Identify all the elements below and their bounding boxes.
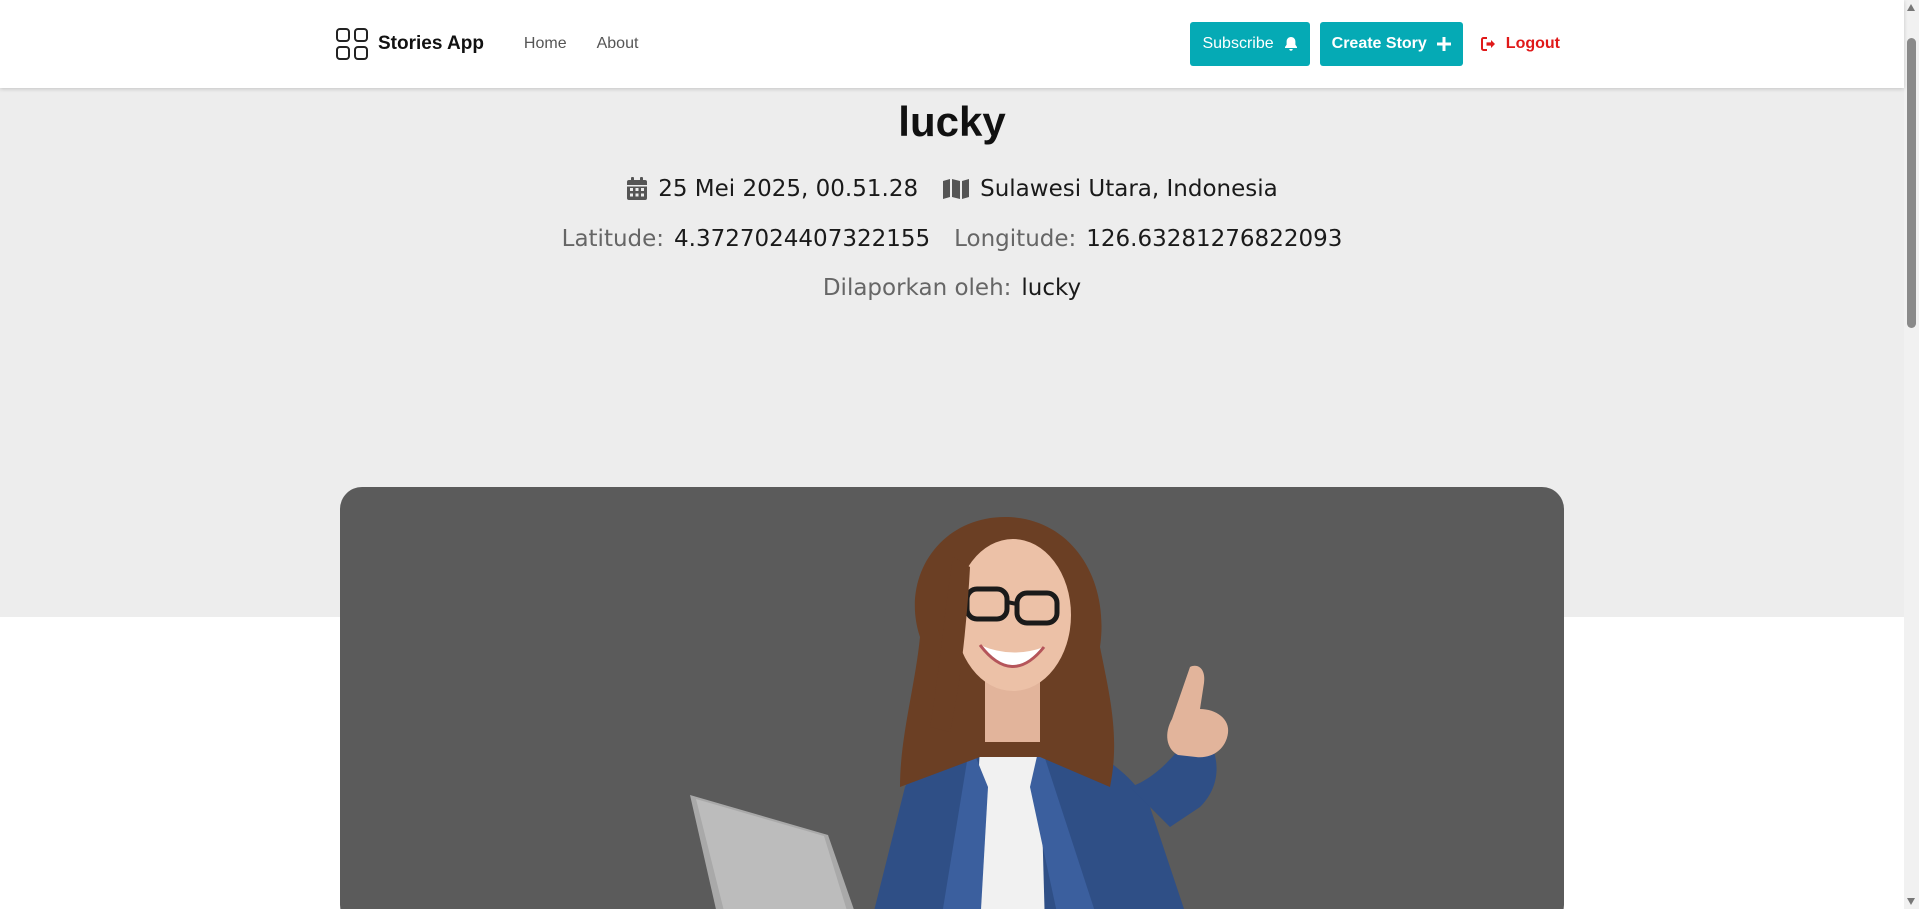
story-meta-row: 25 Mei 2025, 00.51.28 Sulawesi Utara, In… xyxy=(0,176,1904,202)
story-date-value: 25 Mei 2025, 00.51.28 xyxy=(658,176,919,202)
longitude-label: Longitude: xyxy=(954,226,1077,252)
scroll-down-icon[interactable] xyxy=(1907,898,1915,905)
plus-icon xyxy=(1436,37,1451,51)
story-location: Sulawesi Utara, Indonesia xyxy=(942,176,1278,202)
logout-label: Logout xyxy=(1505,35,1560,52)
nav-home[interactable]: Home xyxy=(524,35,567,53)
scroll-up-icon[interactable] xyxy=(1907,4,1915,11)
story-coordinates: Latitude: 4.3727024407322155 Longitude: … xyxy=(0,226,1904,252)
latitude-value: 4.3727024407322155 xyxy=(674,226,931,252)
latitude-label: Latitude: xyxy=(561,226,665,252)
grid-logo-icon xyxy=(336,28,368,60)
main-nav: Home About xyxy=(524,35,639,53)
subscribe-button[interactable]: Subscribe xyxy=(1190,22,1310,66)
story-image xyxy=(340,487,1564,909)
logout-icon xyxy=(1480,37,1495,51)
header-inner: Stories App Home About Subscribe Create … xyxy=(336,0,1560,88)
calendar-icon xyxy=(627,177,648,200)
story-reporter: Dilaporkan oleh: lucky xyxy=(0,275,1904,301)
scroll-thumb[interactable] xyxy=(1907,38,1916,328)
reporter-label: Dilaporkan oleh: xyxy=(822,275,1012,301)
bell-icon xyxy=(1284,37,1297,51)
brand-name: Stories App xyxy=(378,33,484,54)
story-date: 25 Mei 2025, 00.51.28 xyxy=(626,176,918,202)
top-header: Stories App Home About Subscribe Create … xyxy=(0,0,1904,88)
longitude-pair: Longitude: 126.63281276822093 xyxy=(954,226,1342,252)
page-scrollbar[interactable] xyxy=(1904,0,1919,909)
logout-button[interactable]: Logout xyxy=(1480,35,1560,53)
story-title: lucky xyxy=(898,98,1006,145)
create-story-label: Create Story xyxy=(1331,35,1427,52)
story-photo xyxy=(690,517,1229,909)
latitude-pair: Latitude: 4.3727024407322155 xyxy=(562,226,931,252)
longitude-value: 126.63281276822093 xyxy=(1086,226,1343,252)
subscribe-label: Subscribe xyxy=(1202,35,1274,52)
create-story-button[interactable]: Create Story xyxy=(1319,22,1463,66)
reporter-value: lucky xyxy=(1021,275,1082,301)
story-location-value: Sulawesi Utara, Indonesia xyxy=(980,176,1278,202)
brand[interactable]: Stories App xyxy=(336,28,484,60)
map-icon xyxy=(943,179,970,199)
nav-about[interactable]: About xyxy=(597,35,639,53)
header-actions: Subscribe Create Story Logout xyxy=(1190,22,1560,66)
